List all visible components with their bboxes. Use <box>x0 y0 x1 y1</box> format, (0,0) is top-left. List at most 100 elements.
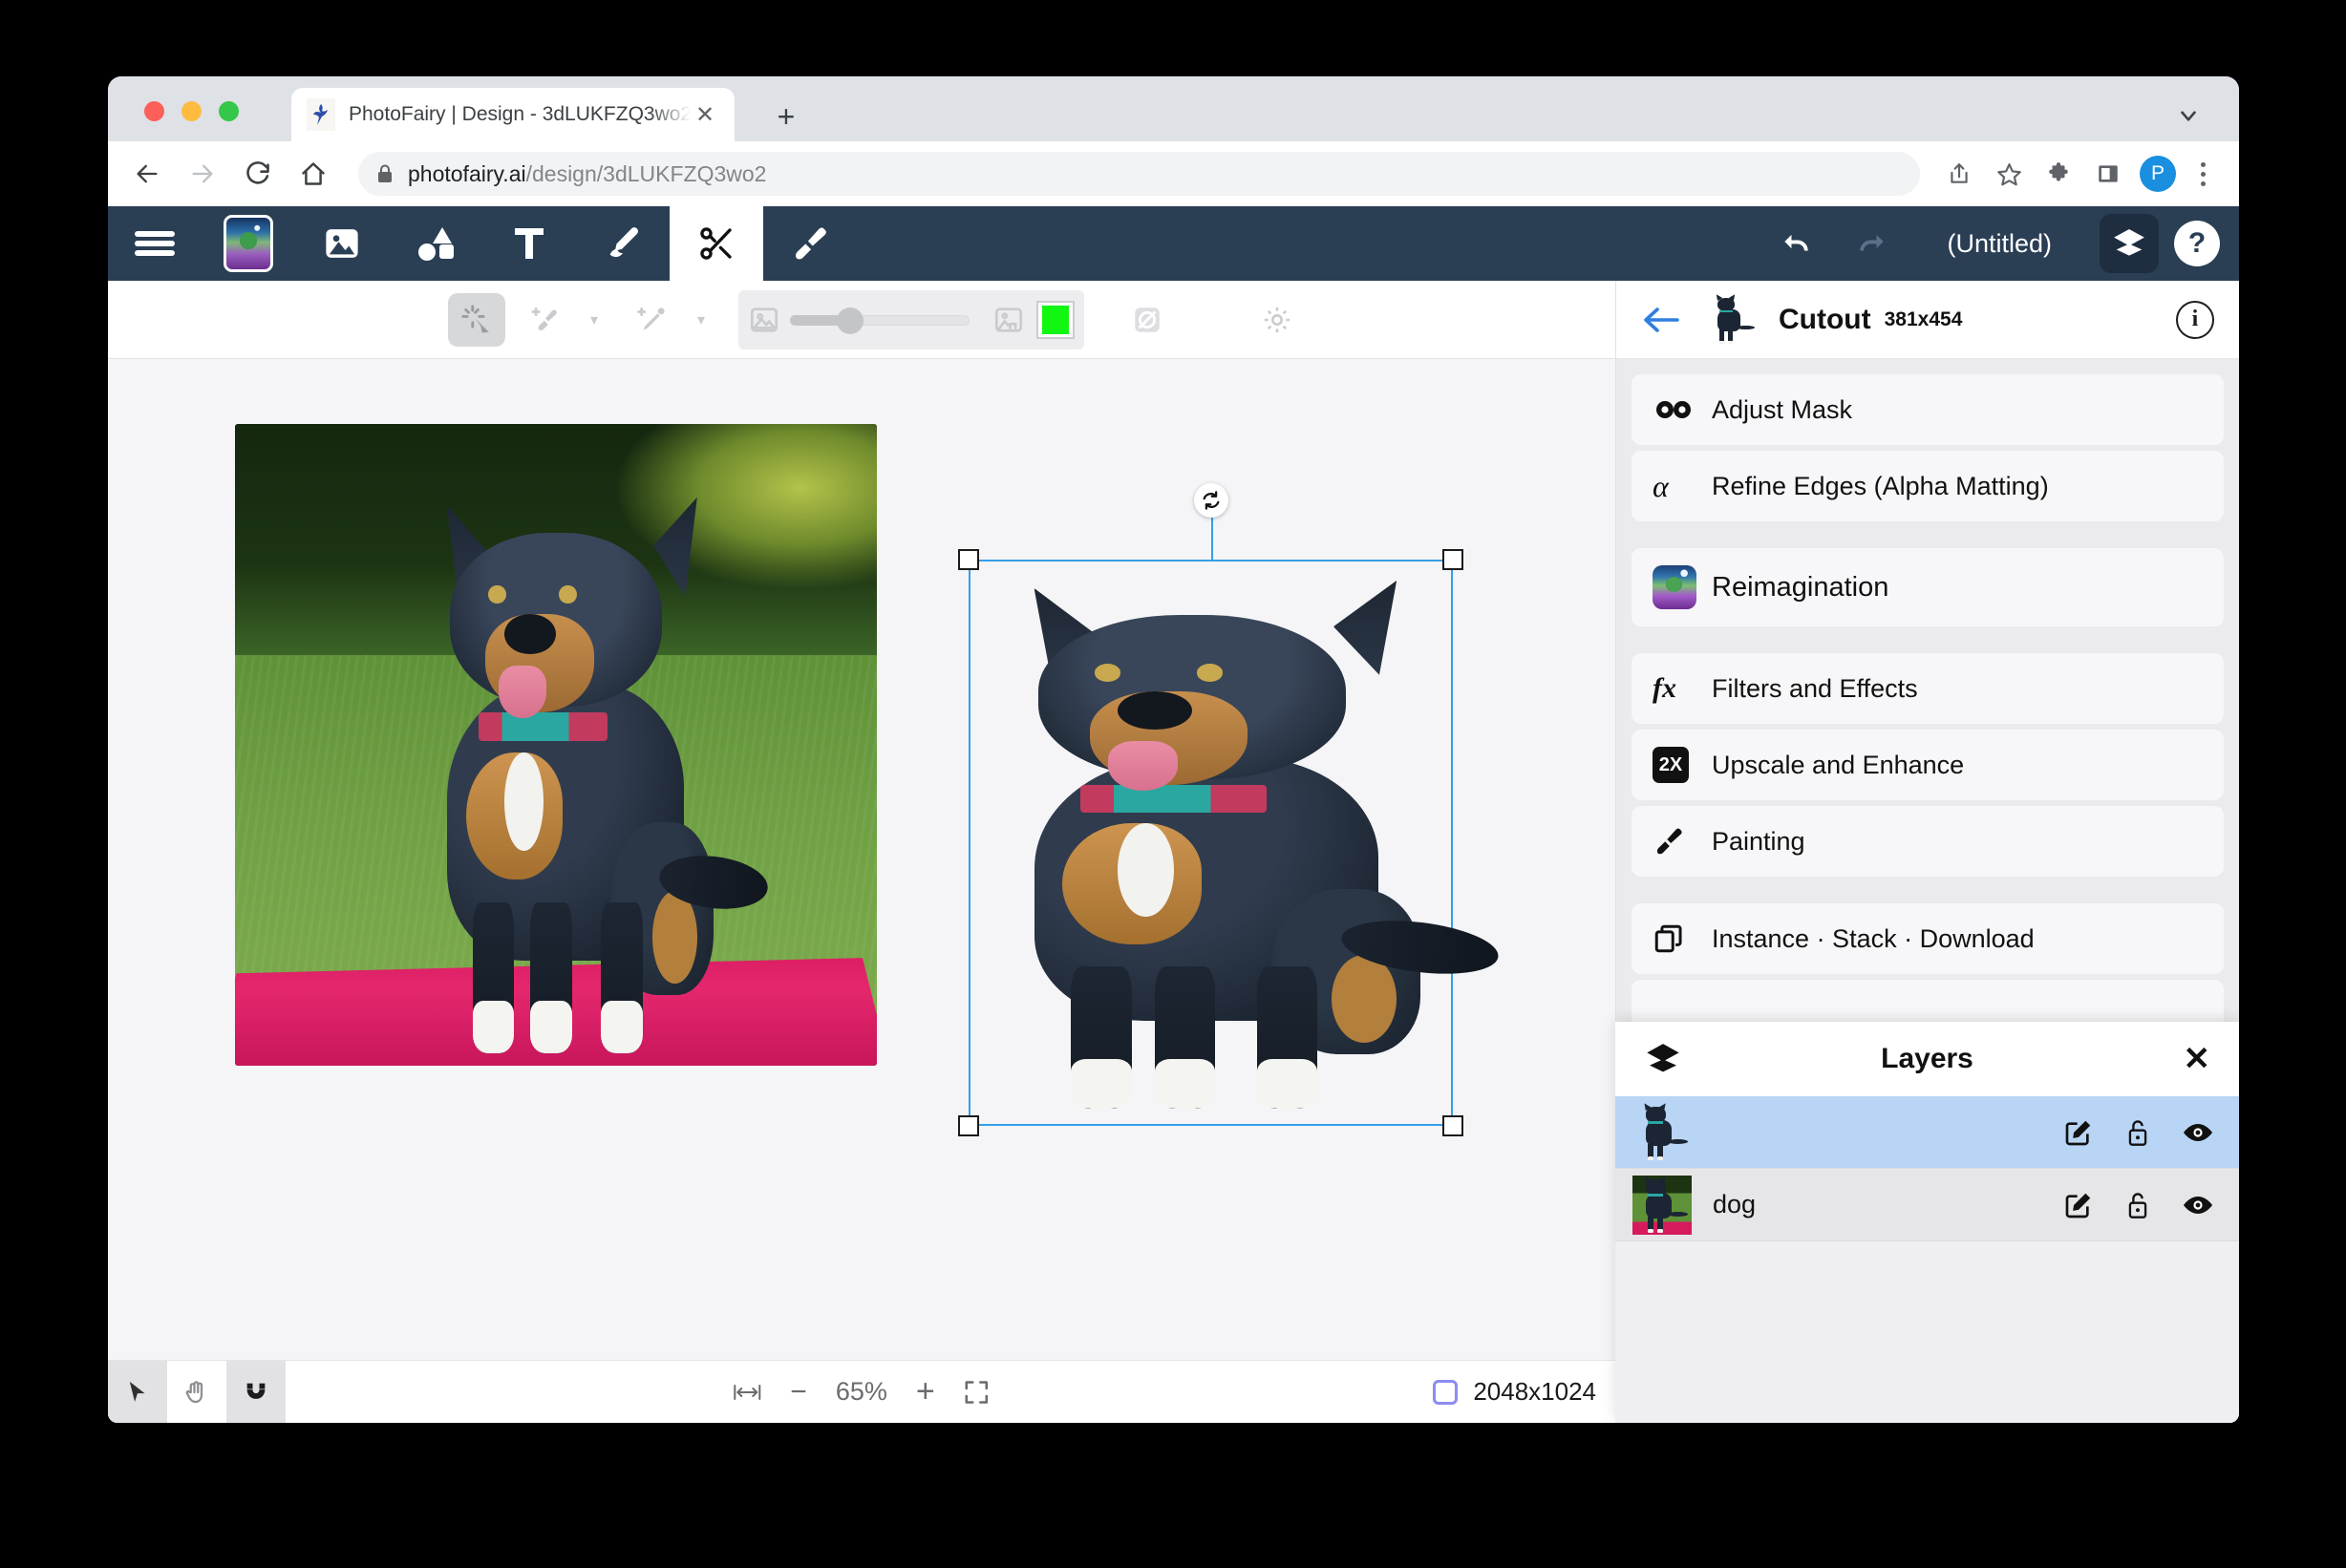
pan-tool-button[interactable] <box>167 1361 226 1424</box>
eye-icon[interactable] <box>2182 1121 2214 1144</box>
forward-icon[interactable] <box>181 152 224 196</box>
tab-pen[interactable] <box>576 206 670 281</box>
document-title[interactable]: (Untitled) <box>1909 229 2090 259</box>
brush-options-caret-icon[interactable]: ▾ <box>580 310 608 329</box>
menu-divider <box>1632 527 2224 548</box>
menu-item-painting[interactable]: Painting <box>1632 806 2224 877</box>
unlock-icon[interactable] <box>2124 1191 2151 1219</box>
help-button[interactable]: ? <box>2174 221 2220 266</box>
back-icon[interactable] <box>125 152 169 196</box>
resize-handle-bottom-right[interactable] <box>1442 1115 1463 1136</box>
sidepanel-icon[interactable] <box>2086 152 2130 196</box>
resize-handle-top-right[interactable] <box>1442 549 1463 570</box>
transparency-icon[interactable] <box>1119 293 1176 347</box>
edit-icon[interactable] <box>2063 1190 2094 1220</box>
address-bar[interactable]: photofairy.ai/design/3dLUKFZQ3wo2 <box>358 152 1920 196</box>
undo-icon[interactable] <box>1760 206 1834 281</box>
canvas-size-label: 2048x1024 <box>1473 1377 1596 1406</box>
close-icon[interactable]: ✕ <box>691 100 719 129</box>
browser-menu-icon[interactable] <box>2184 152 2222 196</box>
panel-header: Cutout 381x454 i <box>1616 281 2239 359</box>
layer-row[interactable]: dog <box>1615 1169 2239 1241</box>
zoom-in-button[interactable]: + <box>916 1373 935 1410</box>
dog-paw <box>472 1001 515 1053</box>
tab-text[interactable] <box>482 206 576 281</box>
reload-icon[interactable] <box>236 152 280 196</box>
menu-item-reimagination[interactable]: Reimagination <box>1632 548 2224 626</box>
slider-knob[interactable] <box>836 307 864 334</box>
app-toolbar-right: (Untitled) ? <box>1760 206 2239 281</box>
share-icon[interactable] <box>1937 152 1981 196</box>
scissors-icon <box>696 223 736 264</box>
canvas-size-control[interactable]: 2048x1024 <box>1433 1377 1596 1407</box>
canvas[interactable] <box>108 359 1615 1360</box>
avatar[interactable]: P <box>2140 156 2176 192</box>
copy-icon <box>1653 922 1712 955</box>
canvas-cutout-image[interactable] <box>978 560 1502 1110</box>
unlock-icon[interactable] <box>2124 1118 2151 1147</box>
edit-icon[interactable] <box>2063 1117 2094 1148</box>
background-image-icon[interactable] <box>992 304 1025 336</box>
menu-item-label: Instance · Stack · Download <box>1712 923 2035 953</box>
menu-item-upscale-and-enhance[interactable]: 2X Upscale and Enhance <box>1632 730 2224 800</box>
layers-panel-toggle[interactable] <box>2100 214 2159 273</box>
browser-tab[interactable]: PhotoFairy | Design - 3dLUKFZQ3wo2 ✕ <box>291 88 735 141</box>
tab-cutout[interactable] <box>670 206 763 281</box>
dog-collar <box>1080 784 1267 813</box>
fit-width-icon[interactable] <box>733 1381 761 1404</box>
chevron-down-icon[interactable] <box>2172 99 2205 132</box>
gear-icon[interactable] <box>1248 293 1306 347</box>
select-tool-button[interactable] <box>108 1360 167 1423</box>
extensions-puzzle-icon[interactable] <box>2037 152 2080 196</box>
resize-handle-top-left[interactable] <box>958 549 979 570</box>
layer-actions <box>2063 1117 2214 1148</box>
zoom-out-button[interactable]: − <box>790 1376 807 1409</box>
layer-row[interactable] <box>1615 1096 2239 1169</box>
menu-item-adjust-mask[interactable]: Adjust Mask <box>1632 374 2224 445</box>
new-tab-button[interactable]: + <box>767 97 805 136</box>
dog-eye <box>488 584 506 604</box>
redo-icon[interactable] <box>1834 206 1909 281</box>
feather-slider[interactable] <box>790 307 970 334</box>
layers-icon <box>1644 1040 1682 1078</box>
layer-name: dog <box>1713 1190 1757 1218</box>
resize-handle-bottom-left[interactable] <box>958 1115 979 1136</box>
panel-back-icon[interactable] <box>1641 305 1685 335</box>
tab-generate[interactable] <box>202 206 295 281</box>
cutout-thumbnail <box>1706 294 1758 346</box>
status-bar: − 65% + 2048x1024 <box>108 1360 1615 1423</box>
eyedropper-options-caret-icon[interactable]: ▾ <box>687 310 715 329</box>
eye-icon[interactable] <box>2182 1194 2214 1217</box>
close-window-button[interactable] <box>144 101 164 121</box>
rotate-icon[interactable] <box>1193 483 1228 518</box>
background-color-swatch[interactable] <box>1036 300 1075 339</box>
magic-select-icon[interactable] <box>448 292 505 347</box>
image-icon[interactable] <box>748 304 780 336</box>
maximize-window-button[interactable] <box>219 101 239 121</box>
dog-nose <box>1118 691 1193 731</box>
tab-shapes[interactable] <box>389 206 482 281</box>
canvas-source-image[interactable] <box>235 424 877 1066</box>
bookmark-star-icon[interactable] <box>1987 152 2031 196</box>
selection-frame[interactable] <box>958 483 1502 1136</box>
tab-images[interactable] <box>295 206 389 281</box>
close-icon[interactable]: ✕ <box>2184 1040 2211 1078</box>
fullscreen-icon[interactable] <box>964 1379 991 1406</box>
menu-item-refine-edges[interactable]: α Refine Edges (Alpha Matting) <box>1632 451 2224 521</box>
add-brush-icon[interactable] <box>517 293 574 347</box>
cutout-dog <box>978 560 1502 1110</box>
dog-eye <box>1094 664 1120 682</box>
right-panel: Cutout 381x454 i Adjust Mask α Refine Ed… <box>1615 281 2239 1423</box>
minimize-window-button[interactable] <box>181 101 202 121</box>
dog-haunch-tan <box>1332 955 1397 1044</box>
magnet-tool-button[interactable] <box>226 1360 286 1423</box>
tab-strip: PhotoFairy | Design - 3dLUKFZQ3wo2 ✕ + <box>108 76 2239 141</box>
home-icon[interactable] <box>291 152 335 196</box>
menu-item-filters-and-effects[interactable]: fx Filters and Effects <box>1632 653 2224 724</box>
info-icon[interactable]: i <box>2176 300 2214 339</box>
menu-hamburger-icon[interactable] <box>108 206 202 281</box>
tab-brush[interactable] <box>763 206 857 281</box>
menu-item-instance-stack-download[interactable]: Instance · Stack · Download <box>1632 903 2224 974</box>
layer-actions <box>2063 1190 2214 1220</box>
add-eyedropper-icon[interactable] <box>624 293 681 347</box>
